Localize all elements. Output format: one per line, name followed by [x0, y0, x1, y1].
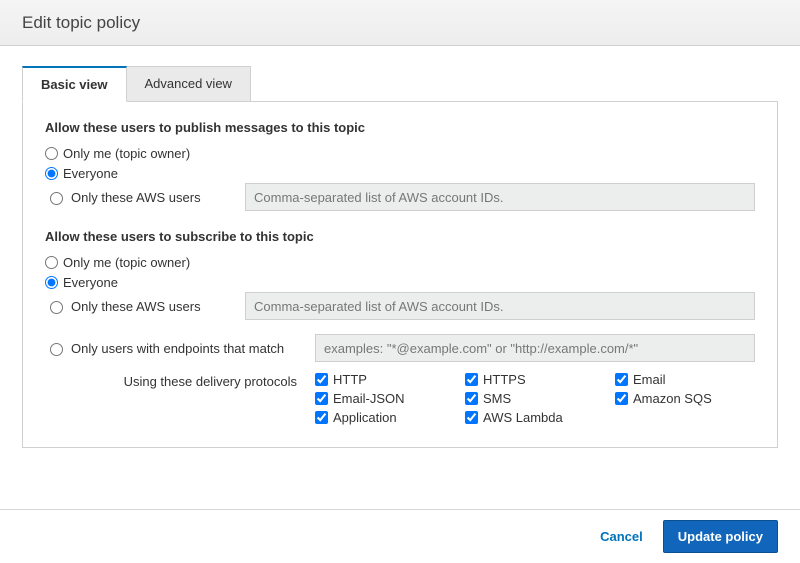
- protocols-grid: HTTP HTTPS Email Email-JSON SMS Amazon S…: [315, 372, 755, 425]
- publish-aws-ids-input[interactable]: [245, 183, 755, 211]
- subscribe-only-me-label: Only me (topic owner): [63, 255, 190, 270]
- dialog-footer: Cancel Update policy: [0, 509, 800, 563]
- protocol-email-checkbox[interactable]: [615, 373, 628, 386]
- subscribe-everyone-radio[interactable]: [45, 276, 58, 289]
- policy-panel: Allow these users to publish messages to…: [22, 101, 778, 448]
- tabs: Basic view Advanced view: [22, 66, 778, 101]
- page-title: Edit topic policy: [22, 13, 140, 33]
- protocol-application-checkbox[interactable]: [315, 411, 328, 424]
- tab-basic-view[interactable]: Basic view: [22, 66, 127, 102]
- protocol-sms-label: SMS: [483, 391, 511, 406]
- publish-only-aws-label: Only these AWS users: [71, 190, 201, 205]
- subscribe-everyone-label: Everyone: [63, 275, 118, 290]
- content-area: Basic view Advanced view Allow these use…: [0, 46, 800, 448]
- subscribe-endpoints-input[interactable]: [315, 334, 755, 362]
- cancel-button[interactable]: Cancel: [596, 521, 647, 552]
- protocol-sqs-label: Amazon SQS: [633, 391, 712, 406]
- protocol-https-label: HTTPS: [483, 372, 526, 387]
- publish-everyone-radio[interactable]: [45, 167, 58, 180]
- tab-advanced-view[interactable]: Advanced view: [127, 66, 251, 102]
- publish-everyone-label: Everyone: [63, 166, 118, 181]
- cancel-label: Cancel: [600, 529, 643, 544]
- protocol-email-json-label: Email-JSON: [333, 391, 405, 406]
- protocol-application-label: Application: [333, 410, 397, 425]
- publish-only-me-radio[interactable]: [45, 147, 58, 160]
- tab-label: Advanced view: [145, 76, 232, 91]
- protocol-email-label: Email: [633, 372, 666, 387]
- protocol-lambda-label: AWS Lambda: [483, 410, 563, 425]
- protocols-label: Using these delivery protocols: [45, 372, 315, 425]
- protocol-sqs-checkbox[interactable]: [615, 392, 628, 405]
- protocol-http-label: HTTP: [333, 372, 367, 387]
- subscribe-only-aws-label: Only these AWS users: [71, 299, 201, 314]
- subscribe-only-me-radio[interactable]: [45, 256, 58, 269]
- subscribe-heading: Allow these users to subscribe to this t…: [45, 229, 755, 244]
- dialog-header: Edit topic policy: [0, 0, 800, 46]
- subscribe-only-aws-radio[interactable]: [50, 301, 63, 314]
- subscribe-endpoints-radio[interactable]: [50, 343, 63, 356]
- update-policy-button[interactable]: Update policy: [663, 520, 778, 553]
- protocol-https-checkbox[interactable]: [465, 373, 478, 386]
- protocol-lambda-checkbox[interactable]: [465, 411, 478, 424]
- protocol-email-json-checkbox[interactable]: [315, 392, 328, 405]
- protocol-sms-checkbox[interactable]: [465, 392, 478, 405]
- tab-label: Basic view: [41, 77, 108, 92]
- subscribe-endpoints-label: Only users with endpoints that match: [71, 341, 284, 356]
- publish-heading: Allow these users to publish messages to…: [45, 120, 755, 135]
- subscribe-aws-ids-input[interactable]: [245, 292, 755, 320]
- protocol-http-checkbox[interactable]: [315, 373, 328, 386]
- update-label: Update policy: [678, 529, 763, 544]
- publish-only-aws-radio[interactable]: [50, 192, 63, 205]
- publish-only-me-label: Only me (topic owner): [63, 146, 190, 161]
